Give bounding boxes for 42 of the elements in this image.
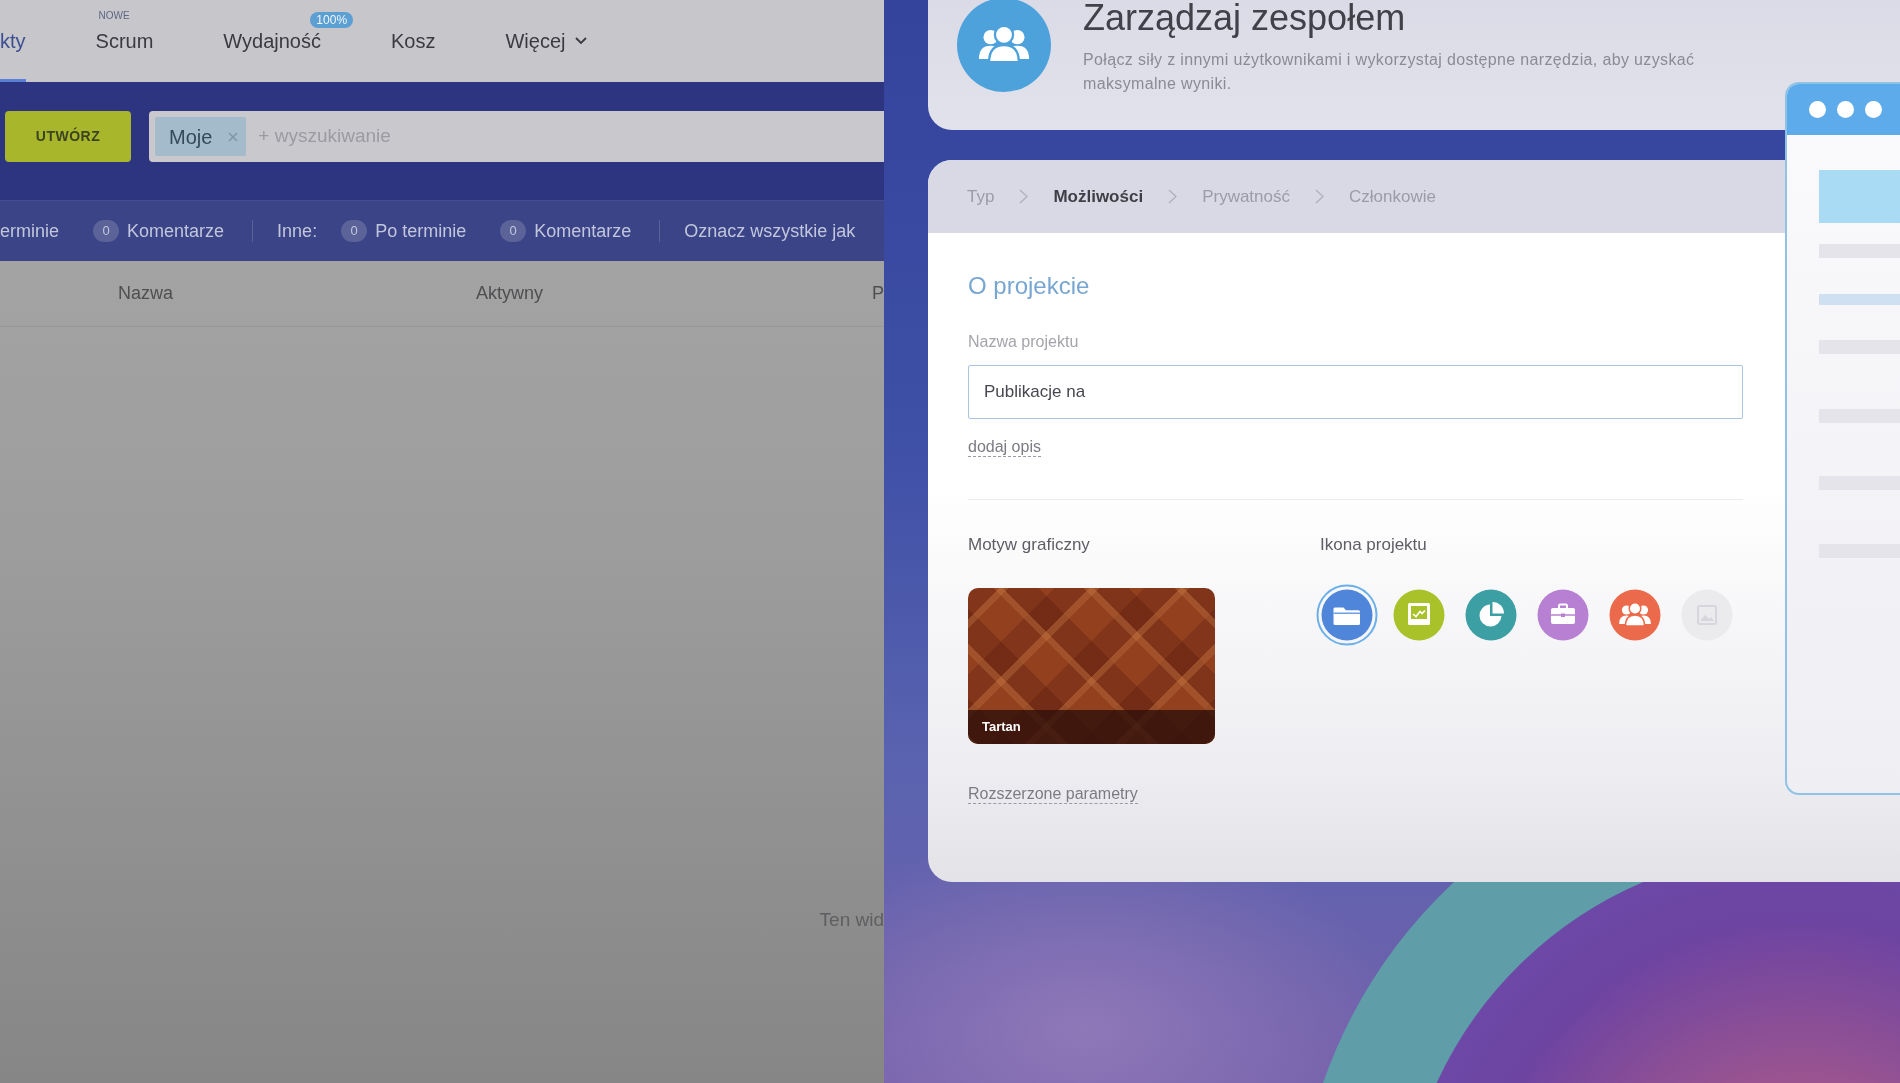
- briefcase-icon[interactable]: [1537, 589, 1589, 641]
- new-label: NOWE: [98, 10, 130, 21]
- counter-link[interactable]: 0 Po terminie: [341, 217, 467, 245]
- team-icon[interactable]: [1609, 589, 1661, 641]
- create-button[interactable]: UTWÓRZ: [5, 111, 131, 162]
- step-link[interactable]: Możliwości: [1053, 183, 1144, 210]
- nav-tab[interactable]: Scrum: [95, 30, 154, 82]
- count-badge: 0: [341, 220, 368, 242]
- checklist-board-icon[interactable]: [1393, 589, 1445, 641]
- counter-link[interactable]: Oznacz wszystkie jak: [684, 217, 856, 245]
- advanced-settings-link[interactable]: Rozszerzone parametry: [968, 784, 1138, 804]
- folder-icon[interactable]: [1316, 584, 1378, 646]
- theme-tile[interactable]: Tartan: [968, 588, 1215, 744]
- nav-tab[interactable]: Wydajność: [223, 30, 321, 82]
- column-header[interactable]: Nazwa: [118, 280, 174, 307]
- column-header[interactable]: P: [872, 280, 884, 307]
- group-label: Inne:: [277, 219, 318, 243]
- panel-description: Połącz siły z innymi użytkownikami i wykorzystaj dostępne narzędzia, aby uzyskać maksymalne wyniki.: [1083, 50, 1696, 94]
- theme-caption: Tartan: [968, 710, 1215, 744]
- team-icon: [957, 0, 1051, 92]
- counter-link[interactable]: 0 Komentarze: [500, 217, 632, 245]
- nav-tab[interactable]: Więcej: [505, 30, 588, 82]
- counter-link[interactable]: erminie: [0, 217, 60, 245]
- field-label: Motyw graficzny: [968, 535, 1091, 555]
- project-name-field[interactable]: Publikacje na: [968, 365, 1743, 419]
- add-description-link[interactable]: dodaj opis: [968, 437, 1041, 457]
- chevron-right-icon: [1168, 189, 1178, 204]
- panel-title: Zarządzaj zespołem: [1083, 0, 1407, 38]
- column-header[interactable]: Aktywny: [476, 280, 544, 307]
- counter-link[interactable]: 0 Komentarze: [93, 217, 225, 245]
- field-label: Nazwa projektu: [968, 332, 1080, 352]
- close-icon[interactable]: [228, 131, 239, 142]
- nav-tab[interactable]: Kosz: [391, 30, 436, 82]
- filter-chip[interactable]: Moje: [155, 117, 247, 156]
- chevron-right-icon: [1315, 189, 1324, 204]
- count-badge: 0: [500, 220, 527, 242]
- chevron-right-icon: [1019, 189, 1029, 204]
- pie-chart-icon[interactable]: [1465, 589, 1517, 641]
- section-title: O projekcie: [968, 272, 1091, 300]
- field-label: Ikona projektu: [1320, 535, 1428, 555]
- percent-badge: 100%: [310, 12, 354, 28]
- count-badge: 0: [93, 220, 120, 242]
